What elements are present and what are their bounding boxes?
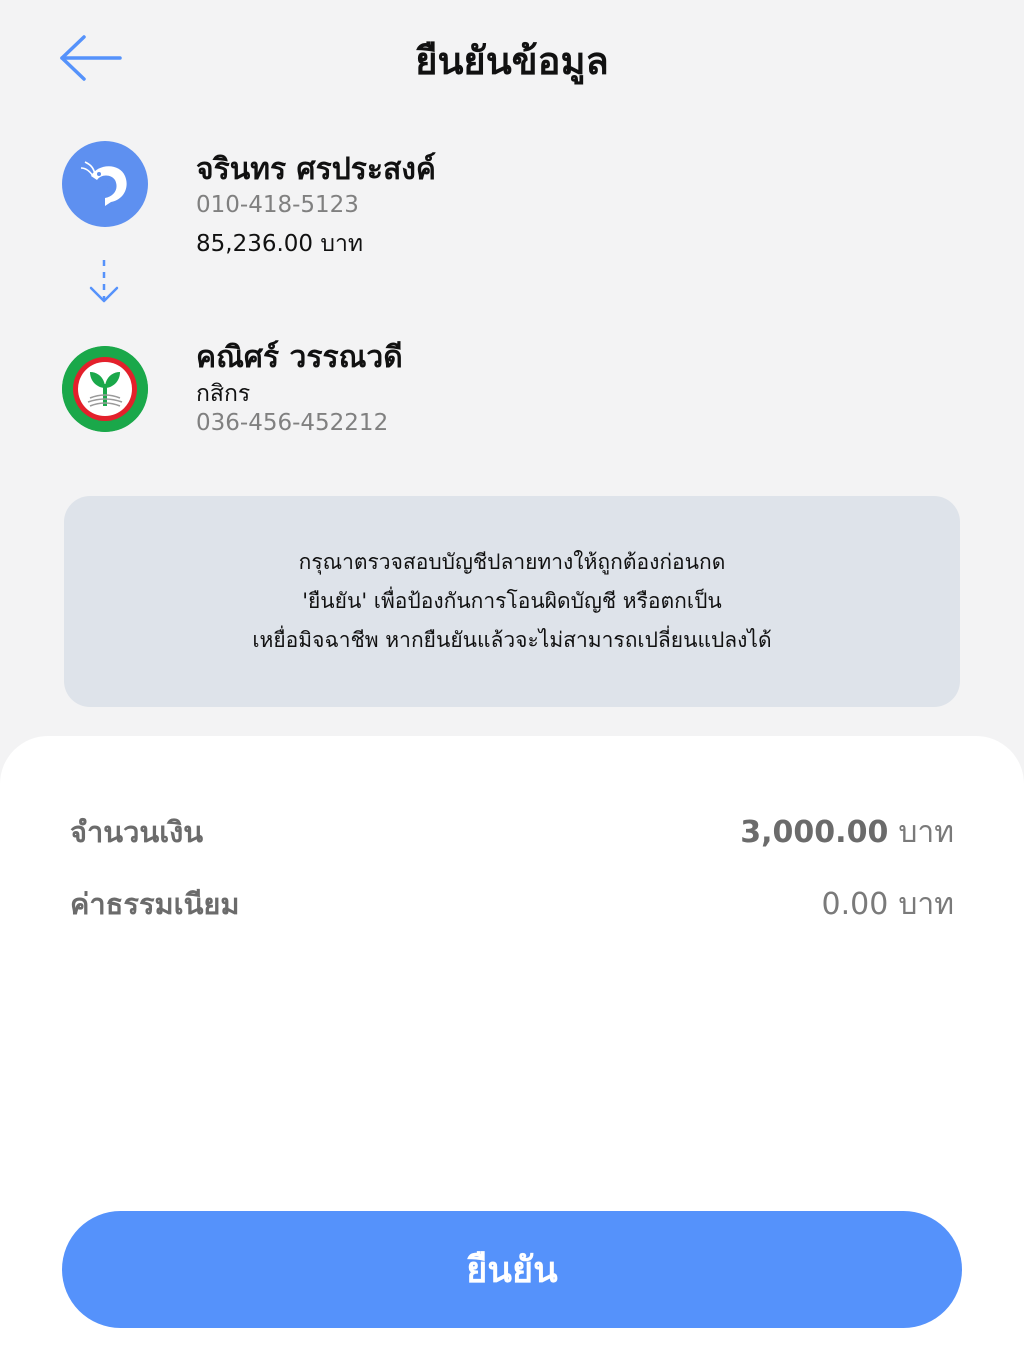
page-title: ยืนยันข้อมูล (415, 39, 609, 83)
receiver-account-number: 036-456-452212 (196, 410, 389, 436)
fee-row: ค่าธรรมเนียม 0.00 บาท (70, 880, 954, 928)
amount-value-group: 3,000.00 บาท (740, 809, 954, 856)
shrimp-icon (80, 161, 127, 206)
kasikorn-bank-logo (62, 346, 148, 432)
fee-value-group: 0.00 บาท (822, 881, 954, 928)
notice-line: เหยื่อมิจฉาชีพ หากยืนยันแล้วจะไม่สามารถเ… (252, 628, 772, 652)
sender-avatar (62, 141, 148, 227)
arrow-down-icon (89, 260, 119, 303)
amount-value: 3,000.00 (740, 814, 889, 850)
notice-line: กรุณาตรวจสอบบัญชีปลายทางให้ถูกต้องก่อนกด (298, 550, 726, 574)
fee-value: 0.00 (821, 886, 889, 922)
sender-account-number: 010-418-5123 (196, 192, 359, 218)
fee-unit: บาท (898, 886, 954, 922)
sender-name: จรินทร ศรประสงค์ (196, 152, 436, 187)
warning-notice: กรุณาตรวจสอบบัญชีปลายทางให้ถูกต้องก่อนกด… (64, 496, 960, 707)
notice-line: 'ยืนยัน' เพื่อป้องกันการโอนผิดบัญชี หรือ… (302, 589, 722, 613)
receiver-bank-name: กสิกร (196, 381, 251, 407)
confirm-button[interactable]: ยืนยัน (62, 1211, 962, 1328)
amount-row: จำนวนเงิน 3,000.00 บาท (70, 808, 954, 856)
receiver-name: คณิศร์ วรรณวดี (196, 340, 403, 375)
confirm-transfer-screen: ยืนยันข้อมูล จรินทร ศรประสงค์ 010-418-51… (0, 0, 1024, 1366)
fee-label: ค่าธรรมเนียม (70, 887, 240, 921)
amount-unit: บาท (898, 814, 954, 850)
amount-label: จำนวนเงิน (70, 815, 204, 849)
receiver-bank-logo (62, 346, 148, 432)
sender-balance: 85,236.00 บาท (196, 231, 364, 257)
